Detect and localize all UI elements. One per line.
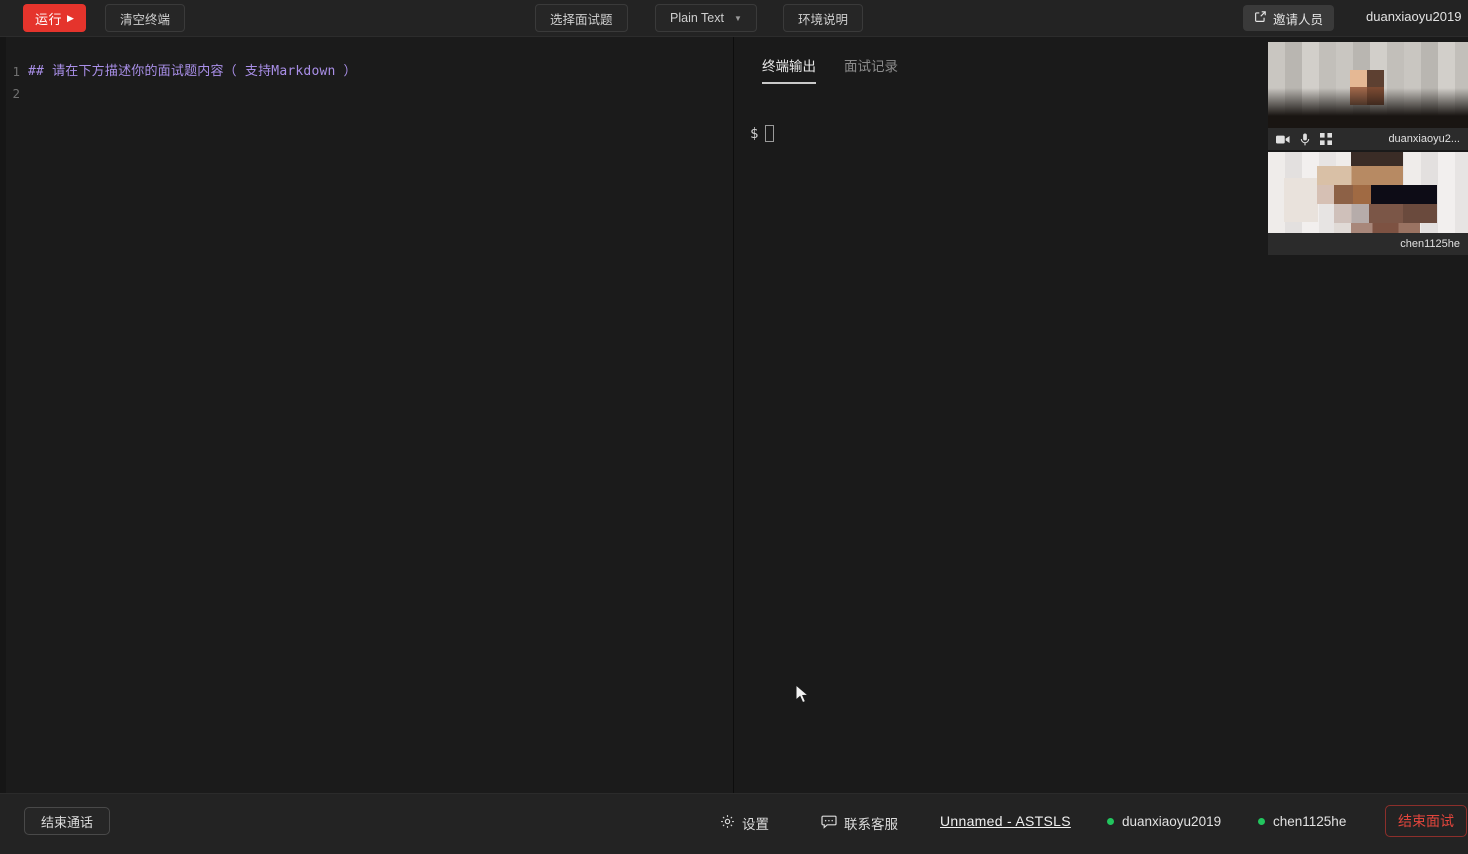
video-tile-name: duanxiaoyu2... xyxy=(1388,133,1460,145)
settings-label: 设置 xyxy=(742,817,769,832)
invite-button-label: 邀请人员 xyxy=(1273,12,1324,27)
end-call-button[interactable]: 结束通话 xyxy=(24,807,111,835)
microphone-icon[interactable] xyxy=(1300,132,1310,146)
choose-question-button[interactable]: 选择面试题 xyxy=(535,4,628,32)
tab-terminal-output[interactable]: 终端输出 xyxy=(762,55,816,84)
video-panel-stack: duanxiaoyu2... chen1125he xyxy=(1268,42,1468,255)
line-number: 1 xyxy=(12,64,20,79)
room-name-text: Unnamed - ASTSLS xyxy=(940,813,1071,829)
video-feed-pixel-block xyxy=(1350,87,1384,105)
environment-info-label: 环境说明 xyxy=(798,12,849,27)
line-content: ## 请在下方描述你的面试题内容（ 支持Markdown ） xyxy=(28,64,357,79)
external-link-icon xyxy=(1254,10,1267,26)
video-feed-pixel-block xyxy=(1317,185,1437,204)
video-feed-pixel-block xyxy=(1284,178,1318,222)
line-number: 2 xyxy=(12,86,20,101)
run-button[interactable]: 运行 ▶ xyxy=(23,4,87,32)
end-interview-label: 结束面试 xyxy=(1398,813,1454,829)
user-menu-name: duanxiaoyu2019 xyxy=(1366,9,1462,24)
video-tile-self[interactable]: duanxiaoyu2... xyxy=(1268,42,1468,150)
language-select-value: Plain Text xyxy=(670,11,724,25)
online-status-dot xyxy=(1258,818,1265,825)
code-editor-panel[interactable]: 1 ## 请在下方描述你的面试题内容（ 支持Markdown ） 2 xyxy=(0,37,734,793)
video-tile-peer[interactable]: chen1125he xyxy=(1268,152,1468,255)
gear-icon xyxy=(720,814,735,832)
video-tile-name: chen1125he xyxy=(1400,238,1460,250)
block-cursor-icon xyxy=(765,125,775,142)
tab-terminal-output-label: 终端输出 xyxy=(762,59,816,74)
terminal-tabs: 终端输出 面试记录 xyxy=(735,55,898,84)
editor-code-area[interactable]: 1 ## 请在下方描述你的面试题内容（ 支持Markdown ） 2 xyxy=(0,61,733,105)
top-toolbar: 运行 ▶ 清空终端 选择面试题 Plain Text ▼ 环境说明 邀请人员 d… xyxy=(0,0,1468,37)
video-feed xyxy=(1268,42,1468,128)
video-feed xyxy=(1268,152,1468,233)
video-feed-pixel-block xyxy=(1334,204,1437,223)
editor-gutter-strip xyxy=(0,37,6,793)
tab-interview-record-label: 面试记录 xyxy=(844,59,898,74)
video-tile-footer: chen1125he xyxy=(1268,233,1468,255)
play-triangle-icon: ▶ xyxy=(67,12,75,23)
room-name-link[interactable]: Unnamed - ASTSLS xyxy=(940,813,1071,829)
clear-terminal-button[interactable]: 清空终端 xyxy=(105,4,186,32)
app-root: 运行 ▶ 清空终端 选择面试题 Plain Text ▼ 环境说明 邀请人员 d… xyxy=(0,0,1468,854)
chat-bubble-icon xyxy=(821,815,837,832)
settings-button[interactable]: 设置 xyxy=(720,813,769,833)
run-button-label: 运行 xyxy=(35,11,63,27)
video-feed-pixel-block xyxy=(1334,223,1420,233)
video-feed-pixel-block xyxy=(1350,70,1384,87)
camera-icon[interactable] xyxy=(1276,134,1290,145)
video-feed-pixel-block xyxy=(1351,152,1403,166)
user-menu[interactable]: duanxiaoyu2019 ▼ xyxy=(1366,9,1468,24)
participant-name: chen1125he xyxy=(1273,814,1347,829)
video-feed-pixel-block xyxy=(1317,166,1403,185)
participant-status: duanxiaoyu2019 xyxy=(1107,814,1221,829)
chevron-down-icon: ▼ xyxy=(733,13,742,23)
end-interview-button[interactable]: 结束面试 xyxy=(1385,805,1467,837)
clear-terminal-label: 清空终端 xyxy=(120,12,171,27)
environment-info-button[interactable]: 环境说明 xyxy=(783,4,864,32)
contact-support-button[interactable]: 联系客服 xyxy=(821,813,898,833)
online-status-dot xyxy=(1107,818,1114,825)
editor-line: 1 ## 请在下方描述你的面试题内容（ 支持Markdown ） xyxy=(0,61,733,83)
language-select[interactable]: Plain Text ▼ xyxy=(655,4,757,32)
invite-button[interactable]: 邀请人员 xyxy=(1243,5,1335,31)
tab-interview-record[interactable]: 面试记录 xyxy=(844,55,898,84)
contact-support-label: 联系客服 xyxy=(844,817,898,832)
end-call-label: 结束通话 xyxy=(41,814,94,830)
editor-line: 2 xyxy=(0,83,733,105)
video-tile-controls: duanxiaoyu2... xyxy=(1268,128,1468,150)
fullscreen-icon[interactable] xyxy=(1320,133,1332,145)
choose-question-label: 选择面试题 xyxy=(550,12,613,27)
participant-name: duanxiaoyu2019 xyxy=(1122,814,1222,829)
participant-status: chen1125he xyxy=(1258,814,1346,829)
prompt-symbol: $ xyxy=(750,125,759,142)
